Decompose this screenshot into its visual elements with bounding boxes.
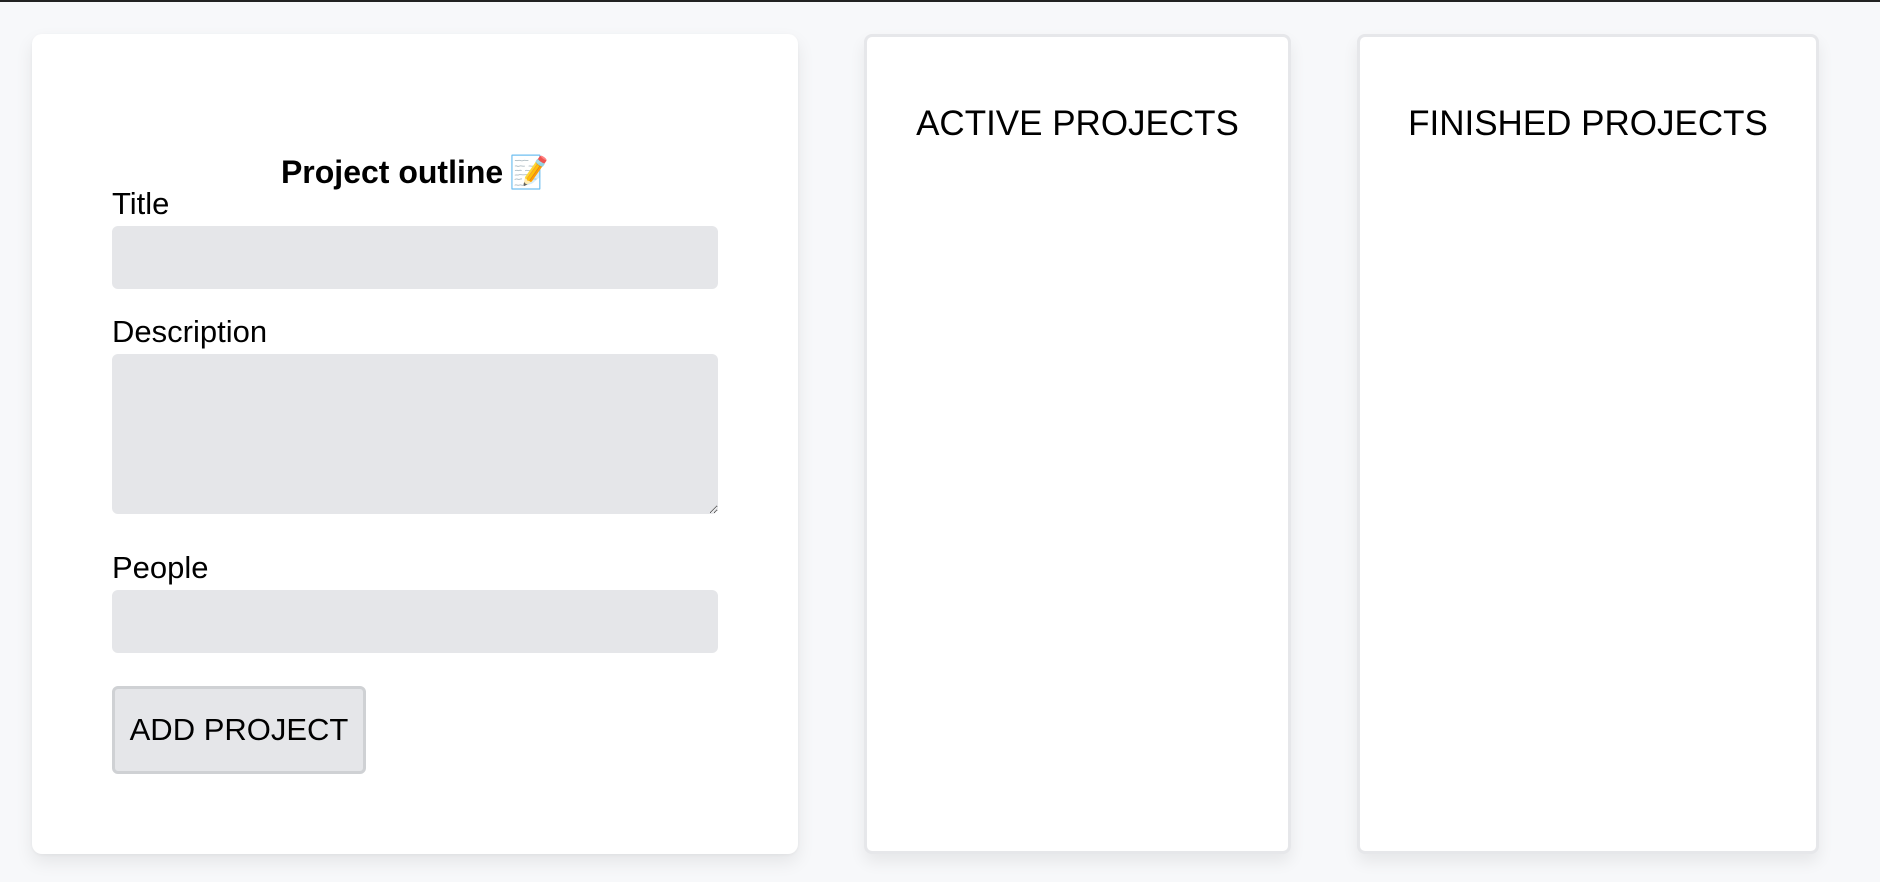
- description-textarea[interactable]: [112, 354, 718, 514]
- project-input-form: Project outline 📝 Title Description Peopl…: [32, 34, 798, 854]
- description-label: Description: [112, 314, 268, 349]
- finished-projects-list: FINISHED PROJECTS: [1357, 34, 1819, 854]
- finished-projects-title: FINISHED PROJECTS: [1408, 104, 1768, 143]
- form-title-text: Project outline: [280, 154, 504, 190]
- people-input[interactable]: [112, 590, 718, 653]
- active-projects-title: ACTIVE PROJECTS: [916, 104, 1239, 143]
- active-projects-items[interactable]: [887, 177, 1268, 831]
- add-project-button[interactable]: ADD PROJECT: [112, 686, 366, 774]
- active-projects-list: ACTIVE PROJECTS: [864, 34, 1291, 854]
- finished-projects-items[interactable]: [1380, 177, 1796, 831]
- people-label: People: [112, 550, 209, 585]
- top-divider: [0, 0, 1880, 2]
- memo-pencil-icon: 📝: [509, 154, 550, 190]
- title-label: Title: [112, 186, 170, 221]
- title-input[interactable]: [112, 226, 718, 289]
